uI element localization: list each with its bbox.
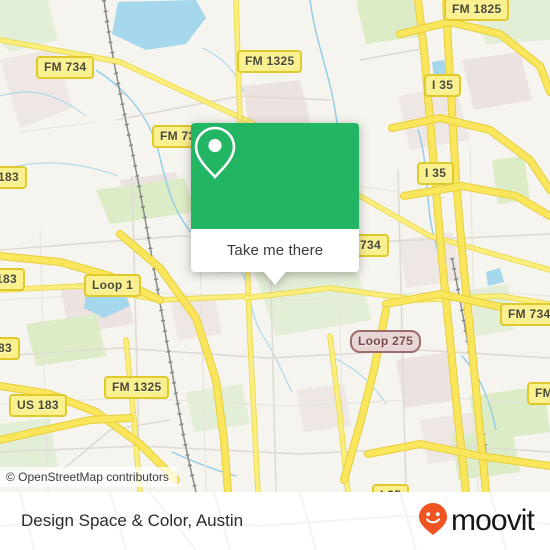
road-shield: Loop 1	[84, 274, 142, 297]
popup-action-area[interactable]: Take me there	[191, 229, 359, 272]
moovit-pin-smiley-icon	[418, 502, 448, 541]
road-shield: FM 1825	[444, 0, 510, 21]
road-shield: I 35	[372, 484, 410, 492]
road-shield: FM 1325	[237, 50, 303, 73]
popup-tail-pointer	[264, 272, 286, 285]
road-shield: FM 1325	[104, 376, 170, 399]
road-shield: FM	[527, 382, 550, 405]
popup-icon-area	[191, 123, 359, 229]
moovit-logo[interactable]: moovit	[418, 492, 535, 550]
road-shield: FM 734	[500, 303, 550, 326]
map-canvas[interactable]: .water{fill:#a5d7ed;} .stream{fill:none;…	[0, 0, 550, 492]
place-title: Design Space & Color, Austin	[21, 511, 244, 530]
map-screenshot-root: .water{fill:#a5d7ed;} .stream{fill:none;…	[0, 0, 550, 550]
moovit-wordmark: moovit	[451, 504, 535, 537]
road-shield: 83	[0, 337, 20, 360]
road-shield: FM 734	[36, 56, 95, 79]
place-popup-card[interactable]: Take me there	[191, 123, 359, 285]
road-shield: I 35	[417, 162, 455, 185]
map-attribution[interactable]: © OpenStreetMap contributors	[0, 467, 177, 487]
take-me-there-label: Take me there	[226, 242, 324, 259]
road-shield: 183	[0, 166, 27, 189]
footer-bar: Design Space & Color, Austin moovit	[0, 492, 550, 550]
road-shield: I 35	[424, 74, 462, 97]
road-shield: US 183	[9, 394, 67, 417]
road-shield: Loop 275	[350, 330, 422, 353]
road-shield: 183	[0, 268, 25, 291]
